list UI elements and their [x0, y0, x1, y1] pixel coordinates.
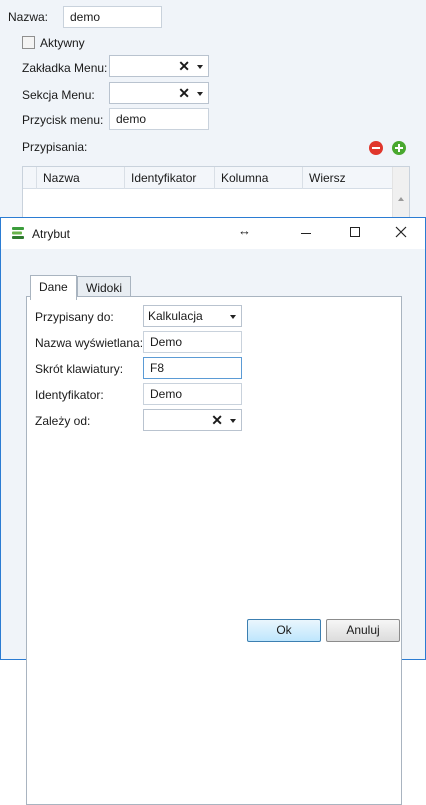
maximize-icon[interactable]: [350, 227, 360, 237]
tab-dane[interactable]: Dane: [30, 275, 77, 300]
identifier-input[interactable]: Demo: [143, 383, 242, 405]
background-form: Nazwa: demo Aktywny Zakładka Menu: ✕ Sek…: [0, 0, 426, 222]
grid-col-row[interactable]: Wiersz: [303, 167, 393, 189]
assignments-grid[interactable]: Nazwa wyświet Identyfikator Kolumna Wier…: [22, 166, 410, 222]
menu-section-label: Sekcja Menu:: [22, 88, 95, 102]
resize-icon[interactable]: ↔: [238, 223, 251, 239]
clear-icon[interactable]: ✕: [178, 58, 190, 74]
assigned-to-label: Przypisany do:: [35, 310, 114, 324]
grid-scrollbar[interactable]: [392, 167, 409, 221]
chevron-down-icon[interactable]: [230, 419, 236, 423]
grid-col-column[interactable]: Kolumna: [215, 167, 303, 189]
chevron-down-icon[interactable]: [197, 92, 203, 96]
active-label: Aktywny: [40, 36, 85, 50]
minimize-icon[interactable]: [301, 233, 311, 234]
title-bar[interactable]: Atrybut ↔: [1, 218, 425, 249]
grid-col-identifier[interactable]: Identyfikator: [125, 167, 215, 189]
menu-tab-combo[interactable]: ✕: [109, 55, 209, 77]
chevron-down-icon[interactable]: [197, 65, 203, 69]
grid-col-display-name[interactable]: Nazwa wyświet: [37, 167, 125, 189]
data-tab-panel: Przypisany do: Kalkulacja Nazwa wyświetl…: [26, 296, 402, 805]
app-icon: [11, 226, 25, 240]
name-label: Nazwa:: [8, 10, 49, 24]
shortcut-label: Skrót klawiatury:: [35, 362, 124, 376]
cancel-button[interactable]: Anuluj: [326, 619, 400, 642]
menu-section-combo[interactable]: ✕: [109, 82, 209, 104]
shortcut-input[interactable]: F8: [143, 357, 242, 379]
active-checkbox[interactable]: [22, 36, 35, 49]
scroll-up-icon[interactable]: [398, 197, 404, 201]
name-input[interactable]: demo: [63, 6, 162, 28]
attribute-dialog: Atrybut ↔ Dane Widoki Przypisany do: Kal…: [0, 217, 426, 805]
identifier-label: Identyfikator:: [35, 388, 104, 402]
add-icon[interactable]: [392, 141, 406, 155]
close-icon[interactable]: [395, 226, 407, 238]
grid-row-header: [23, 167, 37, 189]
menu-button-label: Przycisk menu:: [22, 113, 104, 127]
depends-on-combo[interactable]: ✕: [143, 409, 242, 431]
display-name-label: Nazwa wyświetlana:: [35, 336, 144, 350]
display-name-input[interactable]: Demo: [143, 331, 242, 353]
clear-icon[interactable]: ✕: [211, 412, 223, 428]
menu-tab-label: Zakładka Menu:: [22, 61, 108, 75]
grid-header: Nazwa wyświet Identyfikator Kolumna Wier…: [23, 167, 409, 189]
chevron-down-icon[interactable]: [230, 315, 236, 319]
depends-on-label: Zależy od:: [35, 414, 91, 428]
dialog-title: Atrybut: [32, 227, 71, 241]
ok-button[interactable]: Ok: [247, 619, 321, 642]
assignments-label: Przypisania:: [22, 140, 88, 154]
menu-button-input[interactable]: demo: [109, 108, 209, 130]
clear-icon[interactable]: ✕: [178, 85, 190, 101]
remove-icon[interactable]: [369, 141, 383, 155]
assigned-to-select[interactable]: Kalkulacja: [143, 305, 242, 327]
